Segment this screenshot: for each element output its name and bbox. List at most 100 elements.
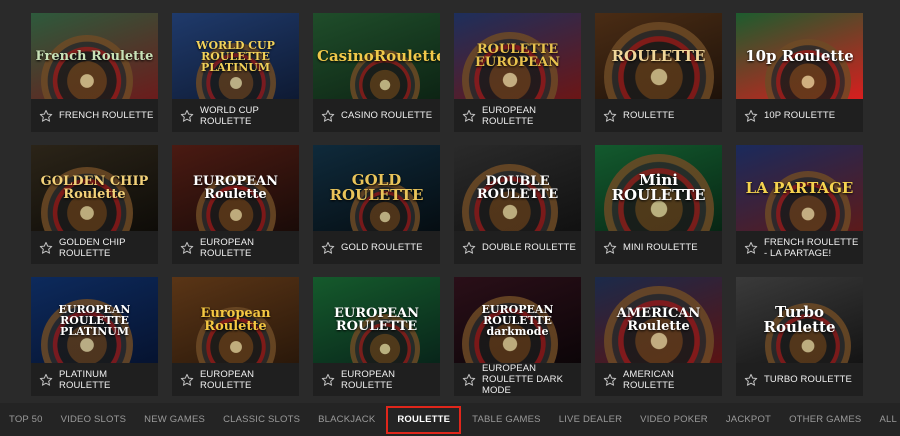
star-outline-icon bbox=[321, 373, 335, 386]
nav-tab-new-games[interactable]: NEW GAMES bbox=[135, 406, 214, 434]
game-info-bar: MINI ROULETTE bbox=[595, 231, 722, 264]
game-logo-text: Mini ROULETTE bbox=[611, 171, 706, 204]
roulette-wheel-icon bbox=[40, 34, 133, 99]
nav-tab-roulette[interactable]: ROULETTE bbox=[386, 405, 462, 434]
game-thumbnail[interactable]: DOUBLE ROULETTE bbox=[454, 145, 581, 231]
favorite-star-icon[interactable] bbox=[39, 241, 53, 255]
game-thumbnail[interactable]: GOLDEN CHIP Roulette bbox=[31, 145, 158, 231]
favorite-star-icon[interactable] bbox=[321, 373, 335, 387]
game-info-bar: ROULETTE bbox=[595, 99, 722, 132]
game-card[interactable]: AMERICAN Roulette AMERICAN ROULETTE bbox=[595, 277, 722, 396]
game-card[interactable]: EUROPEAN Roulette EUROPEAN ROULETTE bbox=[172, 145, 299, 264]
game-logo-text: LA PARTAGE bbox=[745, 178, 854, 197]
game-card[interactable]: EUROPEAN ROULETTE darkmode EUROPEAN ROULE… bbox=[454, 277, 581, 396]
game-card[interactable]: European Roulette EUROPEAN ROULETTE bbox=[172, 277, 299, 396]
nav-tab-video-poker[interactable]: VIDEO POKER bbox=[631, 406, 717, 434]
star-outline-icon bbox=[39, 241, 53, 254]
game-card[interactable]: EUROPEAN ROULETTE PLATINUM PLATINUM ROULE… bbox=[31, 277, 158, 396]
game-logo-text: 10p Roulette bbox=[745, 46, 854, 65]
favorite-star-icon[interactable] bbox=[603, 373, 617, 387]
game-info-bar: 10P ROULETTE bbox=[736, 99, 863, 132]
game-grid: French Roulette FRENCH ROULETTE WORLD CUP … bbox=[31, 13, 863, 396]
nav-tab-table-games[interactable]: TABLE GAMES bbox=[463, 406, 550, 434]
game-title: AMERICAN ROULETTE bbox=[623, 368, 675, 391]
favorite-star-icon[interactable] bbox=[39, 373, 53, 387]
game-thumbnail[interactable]: EUROPEAN ROULETTE darkmode bbox=[454, 277, 581, 363]
nav-tab-jackpot[interactable]: JACKPOT bbox=[717, 406, 780, 434]
game-card[interactable]: 10p Roulette 10P ROULETTE bbox=[736, 13, 863, 132]
game-card[interactable]: ROULETTE EUROPEAN EUROPEAN ROULETTE bbox=[454, 13, 581, 132]
favorite-star-icon[interactable] bbox=[39, 109, 53, 123]
game-thumbnail[interactable]: EUROPEAN ROULETTE bbox=[313, 277, 440, 363]
nav-tab-video-slots[interactable]: VIDEO SLOTS bbox=[52, 406, 136, 434]
star-outline-icon bbox=[603, 373, 617, 386]
game-thumbnail[interactable]: CasinoRoulette bbox=[313, 13, 440, 99]
favorite-star-icon[interactable] bbox=[462, 109, 476, 123]
game-card[interactable]: GOLDEN CHIP Roulette GOLDEN CHIP ROULETTE bbox=[31, 145, 158, 264]
game-info-bar: FRENCH ROULETTE bbox=[31, 99, 158, 132]
nav-tab-all-games[interactable]: ALL GAMES bbox=[870, 406, 900, 434]
game-thumbnail[interactable]: GOLD ROULETTE bbox=[313, 145, 440, 231]
game-logo-text: ROULETTE EUROPEAN bbox=[474, 42, 561, 70]
favorite-star-icon[interactable] bbox=[603, 241, 617, 255]
game-thumbnail[interactable]: Mini ROULETTE bbox=[595, 145, 722, 231]
favorite-star-icon[interactable] bbox=[180, 241, 194, 255]
game-card[interactable]: Turbo Roulette TURBO ROULETTE bbox=[736, 277, 863, 396]
favorite-star-icon[interactable] bbox=[462, 373, 476, 387]
game-logo-text: DOUBLE ROULETTE bbox=[476, 174, 559, 202]
game-info-bar: GOLD ROULETTE bbox=[313, 231, 440, 264]
game-logo-text: EUROPEAN ROULETTE bbox=[333, 306, 420, 334]
game-info-bar: DOUBLE ROULETTE bbox=[454, 231, 581, 264]
game-card[interactable]: WORLD CUP ROULETTE PLATINUM WORLD CUP ROU… bbox=[172, 13, 299, 132]
nav-tab-classic-slots[interactable]: CLASSIC SLOTS bbox=[214, 406, 309, 434]
favorite-star-icon[interactable] bbox=[603, 109, 617, 123]
game-title: GOLD ROULETTE bbox=[341, 242, 423, 253]
game-card[interactable]: DOUBLE ROULETTE DOUBLE ROULETTE bbox=[454, 145, 581, 264]
favorite-star-icon[interactable] bbox=[321, 109, 335, 123]
game-logo-text: EUROPEAN Roulette bbox=[192, 174, 279, 202]
game-thumbnail[interactable]: AMERICAN Roulette bbox=[595, 277, 722, 363]
game-thumbnail[interactable]: EUROPEAN Roulette bbox=[172, 145, 299, 231]
star-outline-icon bbox=[744, 241, 758, 254]
game-logo-text: EUROPEAN ROULETTE darkmode bbox=[481, 302, 554, 338]
favorite-star-icon[interactable] bbox=[321, 241, 335, 255]
game-title: DOUBLE ROULETTE bbox=[482, 242, 576, 253]
favorite-star-icon[interactable] bbox=[462, 241, 476, 255]
game-card[interactable]: French Roulette FRENCH ROULETTE bbox=[31, 13, 158, 132]
star-outline-icon bbox=[180, 109, 194, 122]
game-card[interactable]: Mini ROULETTE MINI ROULETTE bbox=[595, 145, 722, 264]
game-thumbnail[interactable]: Turbo Roulette bbox=[736, 277, 863, 363]
favorite-star-icon[interactable] bbox=[744, 241, 758, 255]
star-outline-icon bbox=[744, 373, 758, 386]
game-card[interactable]: EUROPEAN ROULETTE EUROPEAN ROULETTE bbox=[313, 277, 440, 396]
game-info-bar: TURBO ROULETTE bbox=[736, 363, 863, 396]
game-card[interactable]: LA PARTAGE FRENCH ROULETTE - LA PARTAGE! bbox=[736, 145, 863, 264]
favorite-star-icon[interactable] bbox=[744, 373, 758, 387]
favorite-star-icon[interactable] bbox=[180, 373, 194, 387]
game-info-bar: EUROPEAN ROULETTE bbox=[454, 99, 581, 132]
nav-tab-other-games[interactable]: OTHER GAMES bbox=[780, 406, 870, 434]
nav-tab-top-50[interactable]: TOP 50 bbox=[0, 406, 52, 434]
game-title: EUROPEAN ROULETTE bbox=[341, 368, 396, 391]
star-outline-icon bbox=[180, 373, 194, 386]
game-logo-text: French Roulette bbox=[35, 48, 154, 64]
game-card[interactable]: GOLD ROULETTE GOLD ROULETTE bbox=[313, 145, 440, 264]
category-nav-bar: TOP 50 VIDEO SLOTS NEW GAMES CLASSIC SLOTS B… bbox=[0, 403, 900, 436]
favorite-star-icon[interactable] bbox=[180, 109, 194, 123]
game-thumbnail[interactable]: EUROPEAN ROULETTE PLATINUM bbox=[31, 277, 158, 363]
nav-tab-live-dealer[interactable]: LIVE DEALER bbox=[550, 406, 631, 434]
game-thumbnail[interactable]: European Roulette bbox=[172, 277, 299, 363]
nav-tab-blackjack[interactable]: BLACKJACK bbox=[309, 406, 384, 434]
game-logo-text: WORLD CUP ROULETTE PLATINUM bbox=[196, 38, 275, 74]
game-card[interactable]: CasinoRoulette CASINO ROULETTE bbox=[313, 13, 440, 132]
game-info-bar: EUROPEAN ROULETTE bbox=[172, 231, 299, 264]
game-thumbnail[interactable]: ROULETTE bbox=[595, 13, 722, 99]
game-logo-text: GOLD ROULETTE bbox=[329, 171, 424, 204]
game-thumbnail[interactable]: LA PARTAGE bbox=[736, 145, 863, 231]
game-thumbnail[interactable]: French Roulette bbox=[31, 13, 158, 99]
game-thumbnail[interactable]: 10p Roulette bbox=[736, 13, 863, 99]
game-thumbnail[interactable]: ROULETTE EUROPEAN bbox=[454, 13, 581, 99]
game-thumbnail[interactable]: WORLD CUP ROULETTE PLATINUM bbox=[172, 13, 299, 99]
game-card[interactable]: ROULETTE ROULETTE bbox=[595, 13, 722, 132]
favorite-star-icon[interactable] bbox=[744, 109, 758, 123]
